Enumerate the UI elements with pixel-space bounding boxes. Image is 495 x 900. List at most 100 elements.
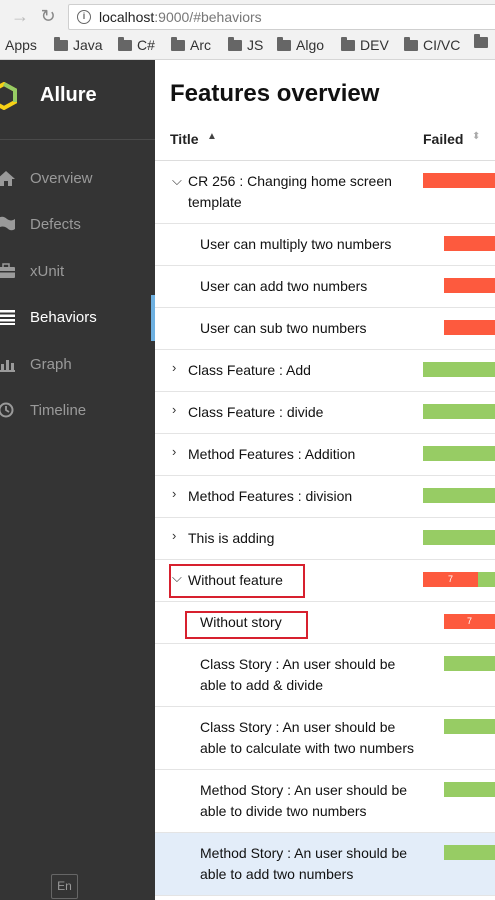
sort-icon[interactable]: ⬍ [472, 131, 480, 142]
story-row-selected[interactable]: Method Story : An user should be able to… [155, 833, 495, 896]
bookmark-apps[interactable]: Apps [5, 37, 37, 53]
failed-bar: 7 [423, 572, 478, 587]
chevron-right-icon: › [172, 486, 177, 501]
passed-bar [423, 530, 495, 545]
feature-row[interactable]: › Method Features : Addition [155, 434, 495, 476]
sidebar-item-overview[interactable]: Overview [0, 156, 155, 202]
bookmark-label: Java [73, 37, 103, 53]
bookmark-label: Algo [296, 37, 325, 53]
bookmark-csharp[interactable]: C# [118, 36, 155, 53]
row-label: Class Feature : Add [188, 362, 311, 378]
sidebar-item-label: Behaviors [30, 309, 97, 326]
bookmark-label: Arc [190, 37, 211, 53]
sidebar-item-timeline[interactable]: Timeline [0, 388, 155, 434]
sidebar-item-label: Overview [30, 170, 93, 187]
feature-row[interactable]: › This is adding [155, 518, 495, 560]
list-icon [0, 310, 15, 325]
sidebar: Allure Overview Defects xUnit Behaviors … [0, 60, 155, 900]
folder-icon [341, 36, 355, 51]
row-label: Class Story : An user should be able to … [200, 719, 414, 756]
folder-icon [277, 36, 291, 51]
row-label: Class Story : An user should be able to … [200, 656, 396, 693]
allure-logo-icon [0, 82, 17, 110]
sidebar-item-graph[interactable]: Graph [0, 342, 155, 388]
brand-name: Allure [40, 84, 97, 106]
clock-icon [0, 402, 14, 418]
passed-bar [444, 782, 495, 797]
bookmark-civc[interactable]: CI/VC [404, 36, 460, 53]
reload-icon[interactable]: ↻ [38, 6, 58, 26]
info-icon[interactable]: i [77, 10, 91, 24]
bookmark-label: Apps [5, 37, 37, 53]
table-header: Title ▲ Failed ⬍ [155, 118, 495, 161]
brand[interactable]: Allure [0, 60, 155, 140]
column-title-header[interactable]: Title [170, 131, 199, 147]
briefcase-icon [0, 263, 15, 278]
bookmark-algo[interactable]: Algo [277, 36, 325, 53]
row-label: CR 256 : Changing home screen template [188, 173, 392, 210]
column-failed-header[interactable]: Failed [423, 131, 463, 147]
feature-row[interactable]: › Class Feature : Add [155, 350, 495, 392]
row-label: User can multiply two numbers [200, 236, 392, 252]
back-arrow-icon[interactable]: → [10, 6, 30, 26]
row-label: Class Feature : divide [188, 404, 324, 420]
feature-row[interactable]: › Class Feature : divide [155, 392, 495, 434]
failed-count: 7 [447, 574, 453, 584]
flag-icon [0, 216, 15, 231]
page-title: Features overview [170, 80, 380, 107]
url-text: localhost:9000/#behaviors [99, 9, 262, 25]
passed-bar [423, 404, 495, 419]
sidebar-item-label: Timeline [30, 402, 87, 419]
row-label: Method Story : An user should be able to… [200, 845, 408, 882]
feature-row[interactable]: › Method Features : division [155, 476, 495, 518]
main-content: Features overview Title ▲ Failed ⬍ ⌵ CR … [155, 60, 495, 900]
story-row[interactable]: User can sub two numbers [155, 308, 495, 350]
story-row[interactable]: Method Story : An user should be able to… [155, 770, 495, 833]
url-path: :9000/#behaviors [154, 9, 262, 25]
url-host: localhost [99, 9, 155, 25]
row-label: User can add two numbers [200, 278, 368, 294]
folder-icon [228, 36, 242, 51]
language-switcher[interactable]: En [51, 874, 78, 899]
bookmark-dev[interactable]: DEV [341, 36, 389, 53]
passed-bar [478, 572, 495, 587]
address-bar[interactable]: i localhost:9000/#behaviors [68, 4, 495, 30]
folder-icon [171, 36, 185, 51]
folder-icon [474, 34, 488, 48]
annotation-highlight-without-story [185, 611, 308, 639]
folder-icon [118, 36, 132, 51]
bookmark-more[interactable] [474, 34, 493, 48]
bookmark-label: DEV [360, 37, 389, 53]
bar-chart-icon [0, 360, 15, 372]
home-icon [0, 171, 15, 186]
sidebar-item-xunit[interactable]: xUnit [0, 249, 155, 295]
sort-asc-icon[interactable]: ▲ [207, 131, 217, 142]
bookmark-js[interactable]: JS [228, 36, 264, 53]
sidebar-item-defects[interactable]: Defects [0, 202, 155, 248]
chevron-right-icon: › [172, 444, 177, 459]
bookmark-java[interactable]: Java [54, 36, 103, 53]
sidebar-item-behaviors[interactable]: Behaviors [0, 295, 155, 341]
passed-bar [423, 446, 495, 461]
story-row[interactable]: Class Story : An user should be able to … [155, 644, 495, 707]
passed-bar [444, 656, 495, 671]
chevron-right-icon: › [172, 402, 177, 417]
sidebar-item-label: Defects [30, 216, 81, 233]
failed-bar [444, 320, 495, 335]
bookmark-arc[interactable]: Arc [171, 36, 211, 53]
row-label: Method Story : An user should be able to… [200, 782, 408, 819]
chevron-right-icon: › [172, 360, 177, 375]
bookmark-label: C# [137, 37, 155, 53]
browser-toolbar: → ↻ i localhost:9000/#behaviors [0, 0, 495, 34]
row-label: User can sub two numbers [200, 320, 367, 336]
passed-bar [444, 719, 495, 734]
failed-bar: 7 [444, 614, 495, 629]
feature-row-cr256[interactable]: ⌵ CR 256 : Changing home screen template [155, 161, 495, 224]
failed-bar [444, 236, 495, 251]
story-row[interactable]: User can multiply two numbers [155, 224, 495, 266]
bookmark-label: JS [247, 37, 264, 53]
row-label: Method Features : Addition [188, 446, 356, 462]
story-row[interactable]: User can add two numbers [155, 266, 495, 308]
story-row[interactable]: Class Story : An user should be able to … [155, 707, 495, 770]
chevron-down-icon: ⌵ [172, 173, 182, 188]
